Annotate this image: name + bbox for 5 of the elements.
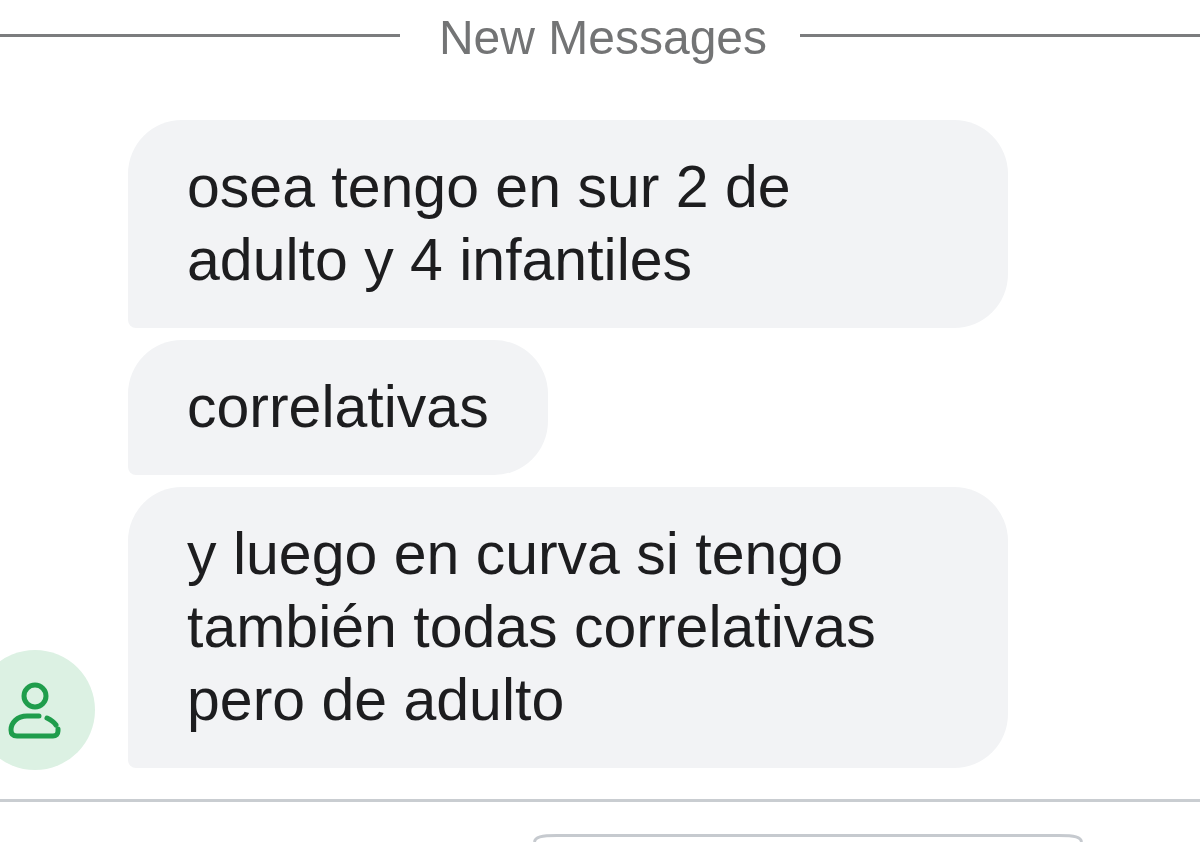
message-bubble: correlativas (128, 340, 548, 475)
divider-label: New Messages (438, 10, 768, 66)
message-bubble: osea tengo en sur 2 de adulto y 4 infantiles (128, 120, 1008, 328)
message-bubble: y luego en curva si tengo también todas correlativas pero de adulto (128, 487, 1008, 768)
text-field[interactable] (533, 834, 1083, 842)
